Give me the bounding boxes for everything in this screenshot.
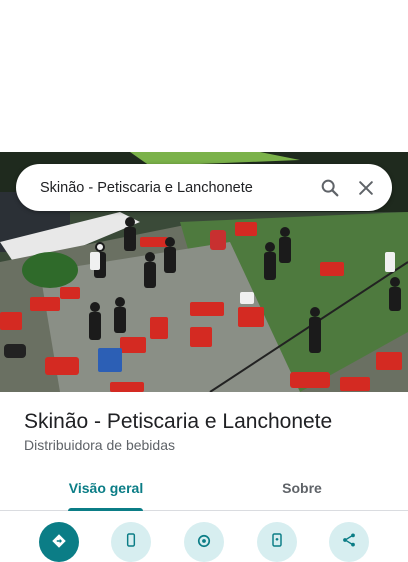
phone-icon [123,532,139,553]
send-to-phone-button[interactable] [257,522,297,562]
call-button[interactable] [111,522,151,562]
place-title: Skinão - Petiscaria e Lanchonete [24,410,333,433]
share-icon [341,532,357,553]
tab-bar: Visão geral Sobre [0,466,408,511]
search-bar[interactable]: Skinão - Petiscaria e Lanchonete [16,164,392,211]
place-category[interactable]: Distribuidora de bebidas [24,437,175,453]
search-input[interactable]: Skinão - Petiscaria e Lanchonete [40,180,312,196]
active-tab-indicator [68,508,143,511]
directions-button[interactable] [39,522,79,562]
search-icon[interactable] [312,170,348,206]
tab-overview[interactable]: Visão geral [34,466,178,510]
close-icon[interactable] [348,170,384,206]
blank-header-area [0,0,408,152]
location-button[interactable] [184,522,224,562]
tab-about[interactable]: Sobre [230,466,374,510]
share-button[interactable] [329,522,369,562]
send-to-phone-icon [269,532,285,553]
